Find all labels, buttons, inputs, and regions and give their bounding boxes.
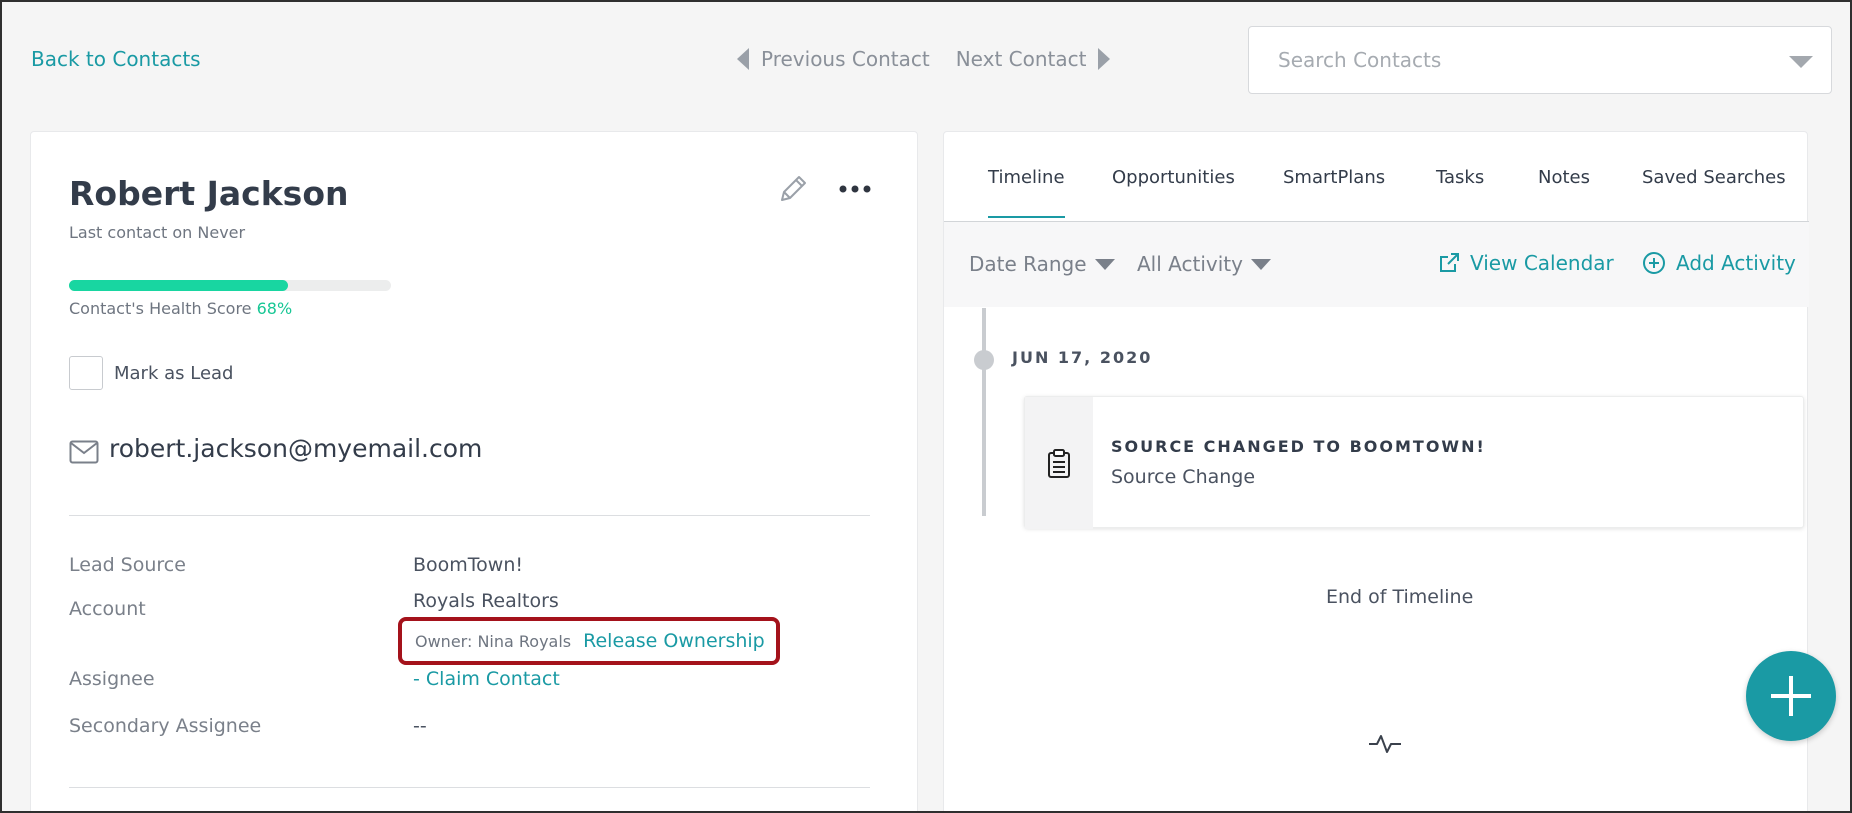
back-to-contacts-link[interactable]: Back to Contacts xyxy=(31,47,201,71)
next-contact-label: Next Contact xyxy=(955,47,1087,71)
activity-tabs: Timeline Opportunities SmartPlans Tasks … xyxy=(944,132,1809,222)
mark-as-lead-checkbox[interactable] xyxy=(69,356,103,390)
ownership-highlight: Owner: Nina Royals Release Ownership xyxy=(398,617,780,665)
timeline-filter-bar: Date Range All Activity View Calendar Ad… xyxy=(944,222,1809,307)
health-score-fill xyxy=(69,280,288,291)
add-floating-button[interactable] xyxy=(1746,651,1836,741)
secondary-assignee-value: -- xyxy=(413,715,427,737)
health-score-percent: 68% xyxy=(256,299,293,318)
more-options-icon[interactable] xyxy=(837,172,873,206)
all-activity-label: All Activity xyxy=(1137,252,1243,276)
section-divider xyxy=(69,787,870,788)
add-activity-link[interactable]: Add Activity xyxy=(1642,251,1796,275)
timeline-line xyxy=(982,308,986,516)
contact-navigation: Previous Contact Next Contact xyxy=(737,47,1111,71)
chevron-right-icon xyxy=(1098,48,1111,70)
account-label: Account xyxy=(69,598,146,620)
chevron-down-icon xyxy=(1094,258,1115,270)
contact-details-card: Robert Jackson Last contact on Never Con… xyxy=(30,131,918,813)
plus-circle-icon xyxy=(1643,252,1665,274)
plus-icon-vertical xyxy=(1789,676,1793,716)
event-title: SOURCE CHANGED TO BOOMTOWN! xyxy=(1111,437,1486,456)
health-score-bar xyxy=(69,280,391,291)
add-activity-label: Add Activity xyxy=(1676,251,1796,275)
health-score-text: Contact's Health Score xyxy=(69,299,252,318)
date-range-dropdown[interactable]: Date Range xyxy=(969,252,1115,276)
account-value: Royals Realtors xyxy=(413,590,559,612)
all-activity-dropdown[interactable]: All Activity xyxy=(1137,252,1271,276)
activity-panel: Timeline Opportunities SmartPlans Tasks … xyxy=(943,131,1809,813)
previous-contact-label: Previous Contact xyxy=(761,47,930,71)
chevron-left-icon xyxy=(737,48,749,70)
contact-email[interactable]: robert.jackson@myemail.com xyxy=(109,434,482,463)
contact-name: Robert Jackson xyxy=(69,174,349,213)
health-score-label: Contact's Health Score 68% xyxy=(69,299,292,318)
next-contact-button[interactable]: Next Contact xyxy=(956,47,1111,71)
search-placeholder: Search Contacts xyxy=(1278,48,1442,72)
claim-contact-link[interactable]: - Claim Contact xyxy=(413,668,560,690)
last-contact-text: Last contact on Never xyxy=(69,223,246,242)
date-range-label: Date Range xyxy=(969,252,1087,276)
event-subtitle: Source Change xyxy=(1111,466,1256,488)
view-calendar-label: View Calendar xyxy=(1470,251,1614,275)
envelope-icon xyxy=(69,440,99,464)
pencil-icon[interactable] xyxy=(776,172,810,206)
tab-saved-searches[interactable]: Saved Searches xyxy=(1642,167,1786,188)
search-contacts-input[interactable]: Search Contacts xyxy=(1248,26,1832,94)
timeline-dot xyxy=(974,350,994,370)
timeline-date: JUN 17, 2020 xyxy=(1012,348,1153,367)
tab-timeline[interactable]: Timeline xyxy=(988,167,1065,218)
tab-smartplans[interactable]: SmartPlans xyxy=(1283,167,1385,188)
release-ownership-link[interactable]: Release Ownership xyxy=(583,630,765,652)
tab-tasks[interactable]: Tasks xyxy=(1436,167,1484,188)
tab-notes[interactable]: Notes xyxy=(1538,167,1590,188)
external-link-icon xyxy=(1440,253,1459,272)
lead-source-value: BoomTown! xyxy=(413,554,523,576)
owner-text: Owner: Nina Royals xyxy=(415,631,572,651)
event-icon-column xyxy=(1025,397,1093,529)
chevron-down-icon xyxy=(1250,258,1271,270)
end-of-timeline-text: End of Timeline xyxy=(1326,586,1474,608)
previous-contact-button[interactable]: Previous Contact xyxy=(737,47,930,71)
clipboard-icon xyxy=(1048,449,1070,478)
tab-opportunities[interactable]: Opportunities xyxy=(1112,167,1235,188)
timeline-event-card[interactable]: SOURCE CHANGED TO BOOMTOWN! Source Chang… xyxy=(1024,396,1804,529)
assignee-label: Assignee xyxy=(69,668,155,690)
chevron-down-icon[interactable] xyxy=(1789,56,1813,68)
activity-pulse-icon xyxy=(1369,735,1401,753)
view-calendar-link[interactable]: View Calendar xyxy=(1438,251,1614,275)
secondary-assignee-label: Secondary Assignee xyxy=(69,715,262,737)
mark-as-lead-label: Mark as Lead xyxy=(114,363,234,384)
lead-source-label: Lead Source xyxy=(69,554,186,576)
section-divider xyxy=(69,515,870,516)
